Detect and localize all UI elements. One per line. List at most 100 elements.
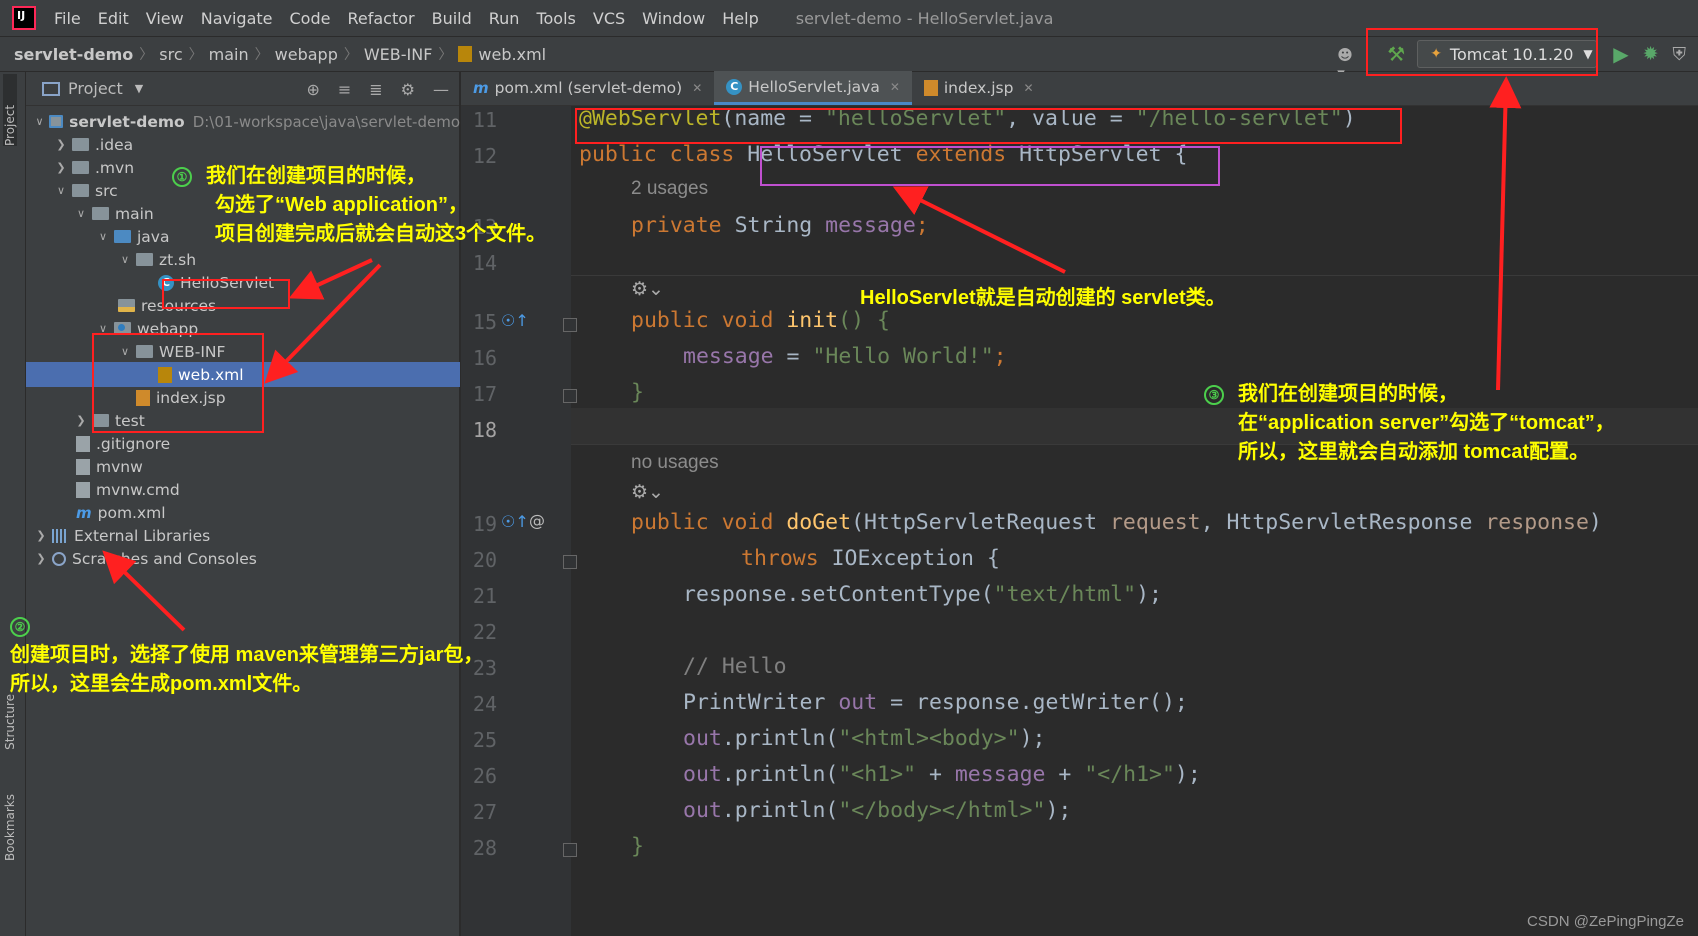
tree-item-zt-sh[interactable]: ∨ zt.sh (26, 247, 460, 272)
method-separator (571, 275, 1698, 276)
close-icon[interactable]: ✕ (1023, 81, 1033, 95)
collapse-all-icon[interactable]: ≣ (369, 80, 382, 99)
tab-index-jsp[interactable]: index.jsp ✕ (912, 71, 1046, 105)
chevron-down-icon[interactable]: ▼ (135, 82, 143, 95)
close-icon[interactable]: ✕ (890, 80, 900, 94)
breadcrumb-project[interactable]: servlet-demo (14, 45, 133, 64)
editor: m pom.xml (servlet-demo) ✕ C HelloServlet.j… (461, 71, 1698, 936)
tree-item-external-libraries[interactable]: ❯ External Libraries (26, 523, 460, 548)
tree-item-web-xml[interactable]: web.xml (26, 362, 460, 387)
menu-code[interactable]: Code (290, 9, 331, 28)
note-badge: ① (172, 166, 192, 187)
tree-item-index-jsp[interactable]: index.jsp (26, 385, 460, 410)
inlay-settings-icon[interactable]: ⚙⌄ (631, 278, 664, 301)
chevron-down-icon[interactable]: ∨ (118, 253, 132, 266)
tab-helloservlet-java[interactable]: C HelloServlet.java ✕ (714, 71, 912, 105)
chevron-down-icon[interactable]: ∨ (54, 184, 68, 197)
breadcrumb-src[interactable]: src (159, 45, 182, 64)
tree-item-helloservlet[interactable]: C HelloServlet (26, 270, 460, 295)
note-servlet-class: HelloServlet就是自动创建的 servlet类。 (860, 287, 1226, 309)
breadcrumb-main[interactable]: main (209, 45, 249, 64)
at-annotation-icon[interactable]: @ (529, 511, 545, 530)
line-number: 17 (472, 382, 497, 406)
expand-all-icon[interactable]: ≡ (338, 80, 351, 99)
tree-item-scratches[interactable]: ❯ Scratches and Consoles (26, 546, 460, 571)
build-hammer-icon[interactable]: ⚒ (1387, 42, 1405, 66)
structure-tool-tab[interactable]: Structure (3, 694, 17, 750)
chevron-down-icon[interactable]: ∨ (118, 345, 132, 358)
main-toolbar: ☻▾ ⚒ ✦ Tomcat 10.1.20 ▼ ▶ ✹ ⛨ (1337, 37, 1698, 82)
menu-run[interactable]: Run (489, 9, 520, 28)
override-method-icon[interactable]: ☉↑ (501, 512, 529, 531)
tree-item-gitignore[interactable]: .gitignore (26, 431, 460, 456)
coverage-shield-icon[interactable]: ⛨ (1673, 44, 1687, 65)
menu-refactor[interactable]: Refactor (347, 9, 414, 28)
chevron-right-icon[interactable]: ❯ (54, 138, 68, 151)
xml-file-icon (158, 366, 172, 383)
usages-hint[interactable]: no usages (631, 452, 719, 474)
menu-window[interactable]: Window (642, 9, 705, 28)
tree-item-mvnw[interactable]: mvnw (26, 454, 460, 479)
breadcrumb-webapp[interactable]: webapp (275, 45, 338, 64)
chevron-down-icon[interactable]: ∨ (96, 322, 110, 335)
tree-item-servlet-demo[interactable]: ∨ servlet-demo D:\01-workspace\java\servle… (26, 109, 460, 134)
code-token: ); (1136, 582, 1162, 607)
menu-navigate[interactable]: Navigate (201, 9, 273, 28)
keyword-token: public void (631, 308, 787, 333)
string-token: "text/html" (993, 582, 1137, 607)
chevron-right-icon[interactable]: ❯ (34, 552, 48, 565)
minimize-icon[interactable]: — (433, 80, 449, 99)
local-token: out (683, 762, 722, 787)
tree-item-resources[interactable]: resources (26, 293, 460, 318)
usages-hint[interactable]: 2 usages (631, 178, 708, 200)
chevron-down-icon[interactable]: ∨ (74, 207, 88, 220)
run-configuration-select[interactable]: ✦ Tomcat 10.1.20 ▼ (1417, 40, 1598, 68)
menu-build[interactable]: Build (432, 9, 472, 28)
tree-item-test[interactable]: ❯ test (26, 408, 460, 433)
project-view-icon (42, 81, 60, 96)
breadcrumb-separator-icon: 〉 (188, 47, 203, 63)
user-icon[interactable]: ☻▾ (1337, 46, 1355, 82)
tree-item-web-inf[interactable]: ∨ WEB-INF (26, 339, 460, 364)
gear-icon[interactable]: ⚙ (401, 80, 415, 99)
keyword-token: public class (579, 142, 748, 167)
tree-item-pom-xml[interactable]: m pom.xml (26, 500, 460, 525)
close-icon[interactable]: ✕ (692, 81, 702, 95)
chevron-right-icon[interactable]: ❯ (34, 529, 48, 542)
line-number: 15 (472, 310, 497, 334)
locate-icon[interactable]: ⊕ (306, 80, 319, 99)
menu-view[interactable]: View (146, 9, 184, 28)
local-token: out (838, 690, 878, 715)
line-number: 18 (472, 418, 497, 442)
menu-tools[interactable]: Tools (536, 9, 575, 28)
override-method-icon[interactable]: ☉↑ (501, 311, 529, 330)
tab-pom-xml[interactable]: m pom.xml (servlet-demo) ✕ (461, 71, 714, 105)
menu-file[interactable]: File (54, 9, 81, 28)
breadcrumb-web-inf[interactable]: WEB-INF (364, 45, 433, 64)
chevron-right-icon[interactable]: ❯ (54, 161, 68, 174)
run-icon[interactable]: ▶ (1613, 42, 1628, 66)
chevron-down-icon[interactable]: ∨ (96, 230, 110, 243)
tree-item-idea[interactable]: ❯ .idea (26, 132, 460, 157)
chevron-right-icon[interactable]: ❯ (74, 414, 88, 427)
bookmarks-tool-tab[interactable]: Bookmarks (3, 794, 17, 861)
code-area[interactable]: @WebServlet(name = "helloServlet", value… (571, 106, 1698, 936)
inlay-settings-icon[interactable]: ⚙⌄ (631, 481, 664, 504)
menu-vcs[interactable]: VCS (593, 9, 625, 28)
string-token: "Hello World!" (812, 344, 994, 369)
navigation-bar: servlet-demo 〉 src 〉 main 〉 webapp 〉 WEB… (0, 36, 1698, 82)
tree-item-mvnw-cmd[interactable]: mvnw.cmd (26, 477, 460, 502)
folder-icon (72, 184, 89, 197)
tree-item-label: java (137, 227, 170, 246)
breadcrumb-web-xml[interactable]: web.xml (478, 45, 546, 64)
folder-icon (136, 345, 153, 358)
project-tool-tab[interactable]: Project (3, 74, 17, 146)
menu-help[interactable]: Help (722, 9, 758, 28)
menu-edit[interactable]: Edit (98, 9, 129, 28)
debug-bug-icon[interactable]: ✹ (1643, 43, 1659, 65)
code-token: PrintWriter (683, 690, 839, 715)
tree-item-webapp[interactable]: ∨ webapp (26, 316, 460, 341)
line-number: 16 (472, 346, 497, 370)
chevron-down-icon[interactable]: ∨ (34, 115, 45, 128)
project-panel-title[interactable]: Project (68, 79, 123, 98)
